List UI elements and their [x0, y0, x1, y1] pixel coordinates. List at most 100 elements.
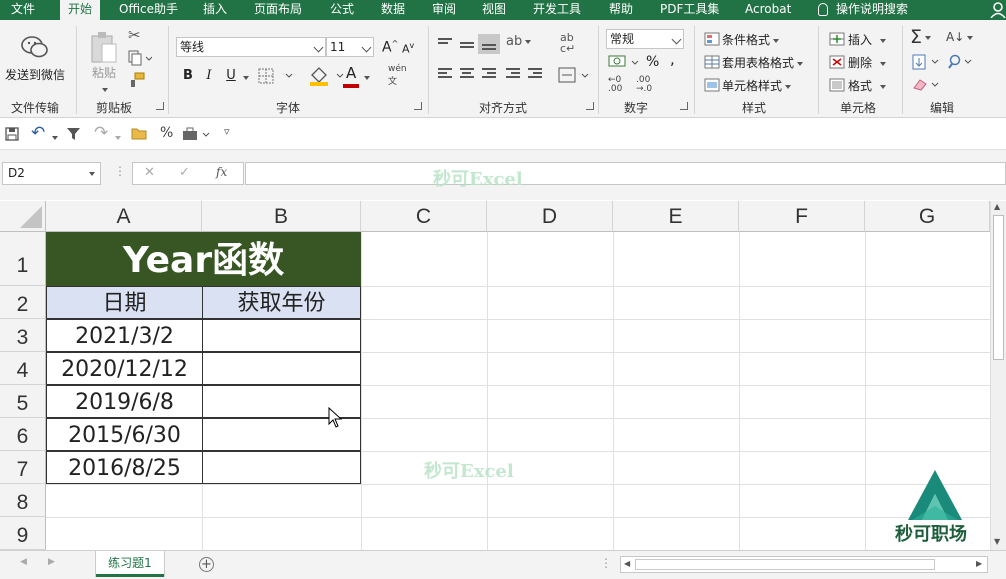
copy-icon[interactable]	[128, 50, 152, 66]
header-cell-a2[interactable]: 日期	[46, 286, 203, 319]
tab-office-assistant[interactable]: Office助手	[119, 0, 178, 20]
select-all-button[interactable]	[0, 201, 46, 232]
row-header-3[interactable]: 3	[0, 319, 46, 352]
number-format-dropdown[interactable]: 常规	[606, 29, 684, 49]
year-cell-b3[interactable]	[202, 319, 361, 352]
insert-cells-icon[interactable]	[829, 32, 845, 46]
date-cell-a7[interactable]: 2016/8/25	[46, 451, 203, 484]
alignment-launcher[interactable]	[586, 102, 594, 110]
number-launcher[interactable]	[680, 102, 688, 110]
tab-acrobat[interactable]: Acrobat	[745, 0, 791, 20]
row-header-9[interactable]: 9	[0, 517, 46, 550]
formula-input[interactable]	[245, 162, 1006, 185]
column-header-f[interactable]: F	[739, 201, 865, 232]
formula-bar-splitter[interactable]: ⋮	[114, 164, 126, 178]
worksheet-grid[interactable]: A B C D E F G 1 2 3 4 5 6 7 8 9 Year函数 日…	[0, 201, 990, 550]
font-color-dropdown[interactable]	[361, 70, 370, 84]
currency-icon[interactable]	[608, 53, 640, 71]
percent-style-button[interactable]: %	[160, 125, 173, 141]
account-icon[interactable]	[990, 2, 1006, 18]
column-header-b[interactable]: B	[202, 201, 361, 232]
date-cell-a3[interactable]: 2021/3/2	[46, 319, 203, 352]
format-painter-icon[interactable]	[129, 72, 145, 88]
row-header-1[interactable]: 1	[0, 232, 46, 286]
conditional-format-icon[interactable]	[704, 32, 720, 46]
tab-insert[interactable]: 插入	[203, 0, 227, 20]
comma-style-icon[interactable]: ,	[670, 50, 675, 68]
align-top-icon[interactable]	[438, 38, 452, 50]
date-cell-a4[interactable]: 2020/12/12	[46, 352, 203, 385]
sheet-tab-practice-1[interactable]: 练习题1	[96, 551, 164, 577]
tab-page-layout[interactable]: 页面布局	[254, 0, 302, 20]
italic-button[interactable]: I	[201, 68, 217, 84]
wechat-icon[interactable]	[20, 34, 50, 60]
cell-styles-button[interactable]: 单元格样式	[722, 77, 792, 94]
tab-data[interactable]: 数据	[381, 0, 405, 20]
row-header-7[interactable]: 7	[0, 451, 46, 484]
year-cell-b7[interactable]	[202, 451, 361, 484]
vertical-scroll-thumb[interactable]	[993, 215, 1004, 360]
font-launcher[interactable]	[414, 102, 422, 110]
customize-qat-icon[interactable]: ▿	[224, 125, 230, 138]
row-header-2[interactable]: 2	[0, 286, 46, 319]
decrease-indent-icon[interactable]	[506, 68, 520, 80]
delete-cells-icon[interactable]	[829, 55, 845, 69]
align-left-icon[interactable]	[438, 68, 452, 80]
format-cells-button[interactable]: 格式	[848, 77, 887, 94]
clipboard-launcher[interactable]	[156, 102, 164, 110]
row-header-4[interactable]: 4	[0, 352, 46, 385]
cancel-icon[interactable]: ✕	[144, 165, 155, 180]
tab-view[interactable]: 视图	[482, 0, 506, 20]
find-select-icon[interactable]	[948, 54, 974, 70]
scroll-left-icon[interactable]: ◀	[624, 559, 630, 568]
year-cell-b4[interactable]	[202, 352, 361, 385]
scroll-up-icon[interactable]: ▲	[994, 202, 1000, 211]
merge-center-icon[interactable]	[558, 66, 590, 84]
increase-decimal-icon[interactable]: ←0.00	[608, 76, 622, 94]
tell-me-search[interactable]: 操作说明搜索	[818, 0, 908, 20]
redo-dropdown[interactable]	[112, 130, 121, 144]
bold-button[interactable]: B	[180, 68, 196, 84]
align-middle-icon[interactable]	[460, 42, 474, 54]
shrink-font-button[interactable]: Av	[402, 41, 414, 56]
orientation-icon[interactable]: ab	[506, 34, 532, 49]
enter-icon[interactable]: ✓	[179, 165, 190, 180]
delete-cells-button[interactable]: 删除	[848, 54, 887, 71]
align-bottom-button[interactable]	[478, 34, 500, 54]
toolbox-icon[interactable]	[182, 127, 212, 141]
underline-button[interactable]: U	[223, 68, 239, 84]
row-header-6[interactable]: 6	[0, 418, 46, 451]
decrease-decimal-icon[interactable]: .00 →.0	[636, 76, 652, 94]
next-sheet-icon[interactable]: ▶	[48, 557, 55, 567]
sort-filter-icon[interactable]: A↓	[946, 30, 974, 44]
horizontal-scroll-thumb[interactable]	[635, 559, 935, 570]
paste-icon[interactable]	[90, 30, 118, 64]
tab-file[interactable]: 文件	[11, 0, 35, 20]
tab-formulas[interactable]: 公式	[330, 0, 354, 20]
tab-pdf-tools[interactable]: PDF工具集	[660, 0, 719, 20]
phonetic-guide-icon[interactable]: wén 文	[388, 64, 407, 87]
fill-color-icon[interactable]	[309, 65, 345, 87]
send-to-wechat-button[interactable]: 发送到微信	[5, 66, 65, 83]
name-box[interactable]: D2	[2, 162, 101, 185]
save-icon[interactable]	[5, 127, 19, 141]
font-color-button[interactable]: A	[346, 64, 356, 82]
add-sheet-button[interactable]: +	[199, 557, 214, 572]
tab-developer[interactable]: 开发工具	[533, 0, 581, 20]
title-cell-a1[interactable]: Year函数	[46, 232, 361, 286]
font-size-dropdown[interactable]: 11	[326, 37, 374, 57]
tab-home[interactable]: 开始	[60, 0, 101, 20]
column-header-d[interactable]: D	[487, 201, 613, 232]
grow-font-button[interactable]: A^	[382, 39, 398, 56]
wrap-text-icon[interactable]: ab c↵	[560, 32, 575, 54]
column-header-g[interactable]: G	[865, 201, 990, 232]
tab-split-handle[interactable]: ⋮	[600, 556, 612, 570]
vertical-scrollbar[interactable]: ▲ ▼	[990, 201, 1006, 550]
scroll-right-icon[interactable]: ▶	[976, 559, 982, 568]
row-header-8[interactable]: 8	[0, 484, 46, 517]
row-header-5[interactable]: 5	[0, 385, 46, 418]
paste-dropdown[interactable]	[99, 82, 108, 96]
date-cell-a5[interactable]: 2019/6/8	[46, 385, 203, 418]
borders-icon[interactable]	[258, 68, 294, 84]
date-cell-a6[interactable]: 2015/6/30	[46, 418, 203, 451]
